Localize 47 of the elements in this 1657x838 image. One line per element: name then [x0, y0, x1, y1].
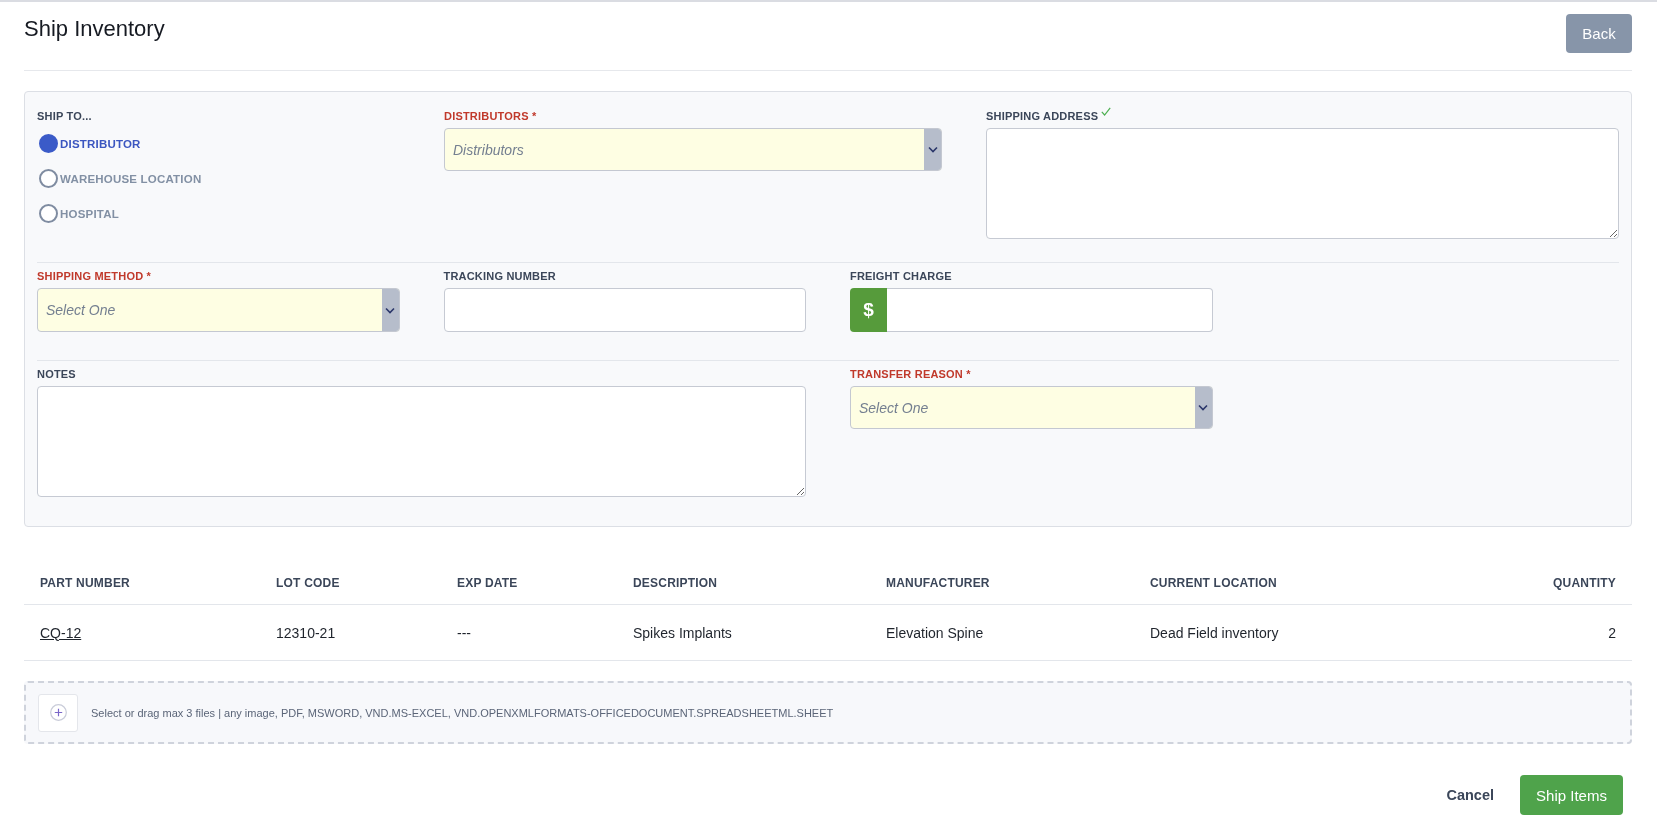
caret-icon — [381, 289, 399, 331]
cancel-button[interactable]: Cancel — [1446, 787, 1494, 803]
radio-button[interactable] — [39, 204, 58, 223]
caret-icon — [924, 129, 941, 170]
table-cell: Dead Field inventory — [1150, 624, 1279, 641]
page-title: Ship Inventory — [24, 16, 165, 42]
field-label: SHIP TO... — [37, 110, 92, 123]
column-header: QUANTITY — [1553, 576, 1616, 590]
upload-dropzone[interactable]: Select or drag max 3 files | any image, PDF, MSWORD, VND.MS-EXCEL, VND.OPENXMLFORMATS-OFFICEDOCUMENT.SPREADSHEETML.SHEET — [24, 681, 1632, 744]
field-label: SHIPPING ADDRESS — [986, 110, 1099, 123]
table-cell: Elevation Spine — [886, 624, 984, 641]
table-cell: 12310-21 — [276, 624, 336, 641]
upload-hint: Select or drag max 3 files | any image, PDF, MSWORD, VND.MS-EXCEL, VND.OPENXMLFORMATS-OFFICEDOCUMENT.SPREADSHEETML.SHEET — [91, 706, 834, 719]
column-header: LOT CODE — [276, 576, 340, 590]
radio-label[interactable]: DISTRIBUTOR — [60, 137, 141, 150]
column-header: MANUFACTURER — [886, 576, 990, 590]
field-label: NOTES — [37, 368, 76, 381]
input-field[interactable] — [887, 288, 1213, 332]
table-cell: Spikes Implants — [633, 624, 732, 641]
field-label: TRANSFER REASON * — [850, 368, 971, 381]
radio-label[interactable]: HOSPITAL — [60, 207, 119, 220]
radio-button[interactable] — [39, 134, 58, 153]
add-file-button[interactable] — [38, 693, 78, 732]
field-label: DISTRIBUTORS * — [444, 110, 537, 123]
radio-button[interactable] — [39, 169, 58, 188]
radio-label[interactable]: WAREHOUSE LOCATION — [60, 172, 202, 185]
field-label: TRACKING NUMBER — [443, 270, 556, 283]
field-label: SHIPPING METHOD * — [37, 270, 152, 283]
field-label: FREIGHT CHARGE — [850, 270, 952, 283]
dropdown[interactable]: Distributors — [444, 128, 942, 171]
table-cell: --- — [457, 624, 471, 641]
dropdown[interactable]: Select One — [850, 386, 1213, 429]
currency-prefix: $ — [850, 288, 887, 332]
caret-icon — [1194, 387, 1212, 428]
column-header: EXP DATE — [457, 576, 518, 590]
part-number-link[interactable]: CQ-12 — [40, 624, 82, 641]
plus-icon — [49, 704, 67, 721]
column-header: DESCRIPTION — [633, 576, 718, 590]
ship-items-button[interactable]: Ship Items — [1520, 775, 1623, 815]
dropdown[interactable]: Select One — [37, 288, 400, 332]
back-button[interactable]: Back — [1566, 14, 1632, 53]
column-header: CURRENT LOCATION — [1150, 576, 1277, 590]
text-area[interactable] — [986, 128, 1619, 239]
column-header: PART NUMBER — [40, 576, 130, 590]
text-area[interactable] — [37, 386, 806, 497]
table-cell: 2 — [1608, 624, 1616, 641]
input-field[interactable] — [443, 288, 806, 332]
